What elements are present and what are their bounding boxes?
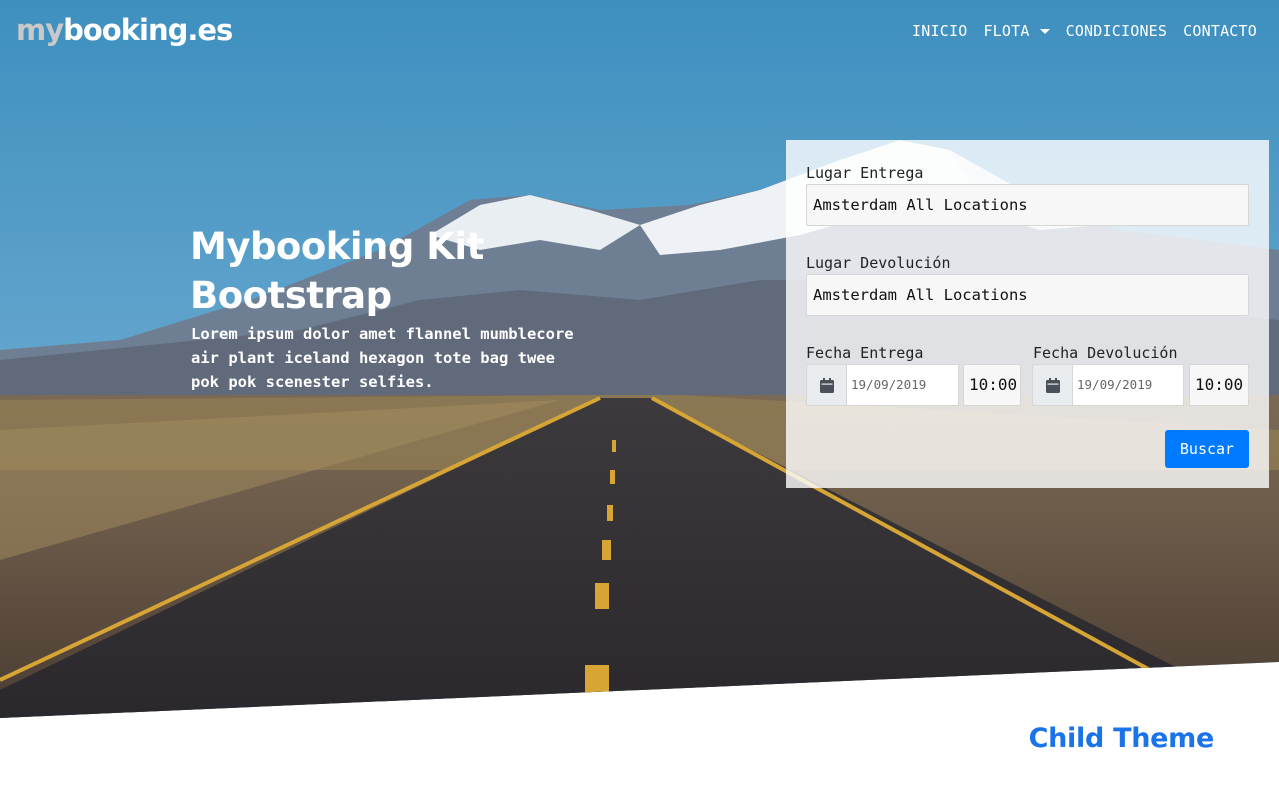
nav-item-label: INICIO — [912, 22, 968, 40]
nav-item-flota[interactable]: FLOTA — [975, 20, 1057, 42]
pickup-time-select[interactable]: 10:00 — [963, 364, 1021, 406]
hero-title: Mybooking Kit Bootstrap — [190, 225, 484, 317]
nav-item-contacto[interactable]: CONTACTO — [1175, 20, 1257, 42]
brand-logo-rest: booking.es — [63, 13, 233, 47]
return-time-select[interactable]: 10:00 — [1189, 364, 1249, 406]
nav-item-label: FLOTA — [983, 22, 1030, 40]
main-nav: INICIO FLOTA CONDICIONES CONTACTO — [904, 20, 1257, 42]
hero-description: Lorem ipsum dolor amet flannel mumblecor… — [191, 325, 574, 391]
booking-form: Lugar Entrega Amsterdam All Locations Lu… — [786, 140, 1269, 488]
pickup-place-label: Lugar Entrega — [806, 164, 924, 182]
calendar-icon — [1045, 377, 1060, 393]
brand-logo[interactable]: mybooking.es — [16, 10, 233, 50]
pickup-place-select[interactable]: Amsterdam All Locations — [806, 184, 1249, 226]
section-heading: Child Theme — [1028, 723, 1215, 754]
return-date-label: Fecha Devolución — [1033, 344, 1178, 362]
return-place-select[interactable]: Amsterdam All Locations — [806, 274, 1249, 316]
brand-logo-prefix: my — [16, 13, 64, 47]
calendar-icon — [819, 377, 834, 393]
chevron-down-icon — [1039, 28, 1050, 34]
pickup-date-label: Fecha Entrega — [806, 344, 924, 362]
return-place-label: Lugar Devolución — [806, 254, 951, 272]
return-calendar-icon-box[interactable] — [1032, 364, 1072, 406]
pickup-calendar-icon-box[interactable] — [806, 364, 846, 406]
search-button[interactable]: Buscar — [1165, 430, 1249, 468]
return-date-input[interactable]: 19/09/2019 — [1072, 364, 1184, 406]
nav-item-condiciones[interactable]: CONDICIONES — [1058, 20, 1176, 42]
nav-item-label: CONTACTO — [1183, 22, 1257, 40]
nav-item-inicio[interactable]: INICIO — [904, 20, 975, 42]
pickup-date-input[interactable]: 19/09/2019 — [846, 364, 959, 406]
nav-item-label: CONDICIONES — [1065, 22, 1168, 40]
